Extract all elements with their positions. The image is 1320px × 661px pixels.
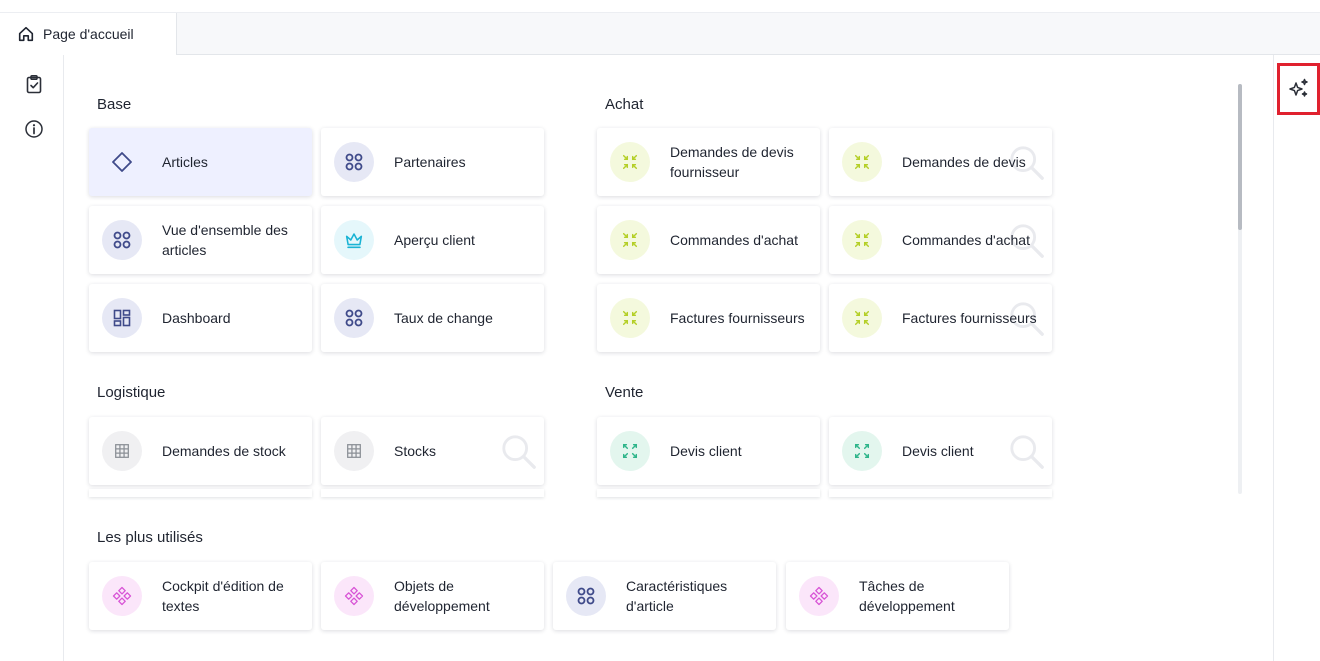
compress-arrows-icon <box>842 298 882 338</box>
tile-label: Partenaires <box>394 154 466 170</box>
tile-stocks[interactable]: Stocks <box>321 417 544 485</box>
tile-demandes-devis-fournisseur[interactable]: Demandes de devis fournisseur <box>597 128 820 196</box>
tile-vue-ensemble-articles[interactable]: Vue d'ensemble des articles <box>89 206 312 274</box>
section-title-achat: Achat <box>605 96 644 113</box>
tile-label: Commandes d'achat <box>670 232 798 248</box>
tile-devis-client[interactable]: Devis client <box>597 417 820 485</box>
tile-label: Devis client <box>670 443 742 459</box>
tile-dashboard[interactable]: Dashboard <box>89 284 312 352</box>
tile-commandes-achat-search[interactable]: Commandes d'achat <box>829 206 1052 274</box>
expand-arrows-icon <box>842 431 882 471</box>
four-circles-icon <box>566 576 606 616</box>
tile-demandes-de-stock[interactable]: Demandes de stock <box>89 417 312 485</box>
tile-taches-developpement[interactable]: Tâches de développement <box>786 562 1009 630</box>
tile-demandes-de-devis[interactable]: Demandes de devis <box>829 128 1052 196</box>
tab-home[interactable]: Page d'accueil <box>0 13 177 55</box>
section-title-most-used: Les plus utilisés <box>97 529 203 546</box>
tile-label: Stocks <box>394 443 437 459</box>
tab-home-label: Page d'accueil <box>43 26 134 42</box>
diamond-icon <box>102 142 142 182</box>
tile-label: Factures fournisseurs <box>670 310 805 326</box>
info-icon[interactable] <box>24 119 44 139</box>
tile-label: Demandes de devis <box>902 154 1026 170</box>
tile-cockpit-edition-textes[interactable]: Cockpit d'édition de textes <box>89 562 312 630</box>
ai-assistant-button[interactable] <box>1277 63 1320 115</box>
dashboard-icon <box>102 298 142 338</box>
tile-label: Articles <box>162 154 208 170</box>
section-title-logistique: Logistique <box>97 384 166 401</box>
compress-arrows-icon <box>610 142 650 182</box>
tile-partial[interactable] <box>597 489 820 497</box>
right-rail <box>1273 55 1320 661</box>
clipboard-check-icon[interactable] <box>24 74 44 94</box>
sparkle-icon <box>1288 78 1308 97</box>
tile-taux-de-change[interactable]: Taux de change <box>321 284 544 352</box>
tile-label: Tâches de développement <box>859 578 955 614</box>
section-title-base: Base <box>97 96 132 113</box>
tile-label: Dashboard <box>162 310 231 326</box>
section-title-vente: Vente <box>605 384 644 401</box>
tile-label: Factures fournisseurs <box>902 310 1037 326</box>
scrollbar-thumb[interactable] <box>1238 84 1242 230</box>
tile-label: Vue d'ensemble des articles <box>162 222 288 258</box>
four-diamonds-icon <box>799 576 839 616</box>
tile-partial[interactable] <box>89 489 312 497</box>
tab-bar: Page d'accueil <box>0 12 1320 55</box>
four-diamonds-icon <box>334 576 374 616</box>
tile-label: Aperçu client <box>394 232 475 248</box>
compress-arrows-icon <box>610 298 650 338</box>
tile-label: Cockpit d'édition de textes <box>162 578 284 614</box>
left-rail <box>0 55 64 661</box>
tile-factures-fournisseurs[interactable]: Factures fournisseurs <box>597 284 820 352</box>
home-icon <box>18 26 34 42</box>
tile-partenaires[interactable]: Partenaires <box>321 128 544 196</box>
crown-icon <box>334 220 374 260</box>
table-grid-icon <box>102 431 142 471</box>
four-diamonds-icon <box>102 576 142 616</box>
tile-label: Objets de développement <box>394 578 490 614</box>
tile-articles[interactable]: Articles <box>89 128 312 196</box>
tile-label: Devis client <box>902 443 974 459</box>
tile-apercu-client[interactable]: Aperçu client <box>321 206 544 274</box>
compress-arrows-icon <box>842 220 882 260</box>
tile-caracteristiques-article[interactable]: Caractéristiques d'article <box>553 562 776 630</box>
four-circles-icon <box>334 298 374 338</box>
compress-arrows-icon <box>610 220 650 260</box>
compress-arrows-icon <box>842 142 882 182</box>
tile-label: Taux de change <box>394 310 493 326</box>
tile-label: Caractéristiques d'article <box>626 578 728 614</box>
tile-label: Commandes d'achat <box>902 232 1030 248</box>
four-circles-icon <box>334 142 374 182</box>
tile-factures-fournisseurs-search[interactable]: Factures fournisseurs <box>829 284 1052 352</box>
tile-devis-client-search[interactable]: Devis client <box>829 417 1052 485</box>
tile-label: Demandes de stock <box>162 443 286 459</box>
tile-partial[interactable] <box>829 489 1052 497</box>
table-grid-icon <box>334 431 374 471</box>
four-circles-icon <box>102 220 142 260</box>
expand-arrows-icon <box>610 431 650 471</box>
tile-objets-developpement[interactable]: Objets de développement <box>321 562 544 630</box>
tile-commandes-achat[interactable]: Commandes d'achat <box>597 206 820 274</box>
tile-partial[interactable] <box>321 489 544 497</box>
tile-label: Demandes de devis fournisseur <box>670 144 794 180</box>
